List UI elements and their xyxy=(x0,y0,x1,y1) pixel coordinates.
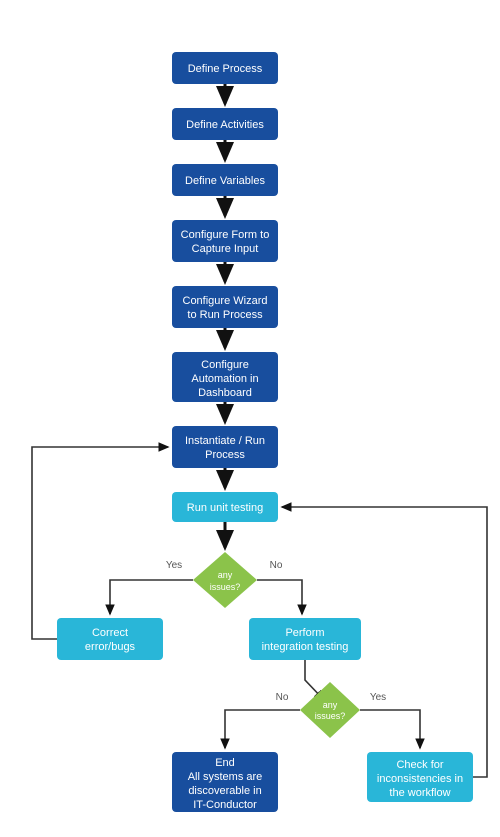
node-instantiate-run: Instantiate / Run Process xyxy=(172,426,278,468)
node-configure-automation-label-2: Automation in xyxy=(191,373,258,385)
node-end: End All systems are discoverable in IT-C… xyxy=(172,752,278,812)
node-run-unit-testing: Run unit testing xyxy=(172,492,278,522)
node-instantiate-run-label-1: Instantiate / Run xyxy=(185,435,265,447)
node-end-label-4: IT-Conductor xyxy=(193,799,257,811)
node-define-activities-label: Define Activities xyxy=(186,119,264,131)
node-end-label-2: All systems are xyxy=(188,771,263,783)
node-define-process-label: Define Process xyxy=(188,63,263,75)
node-check-inconsistencies-label-3: the workflow xyxy=(389,787,450,799)
connector xyxy=(360,710,420,748)
node-correct-bugs: Correct error/bugs xyxy=(57,618,163,660)
connector-loop-1 xyxy=(32,447,168,639)
node-integration-testing-label-1: Perform xyxy=(285,627,324,639)
node-configure-wizard-label-2: to Run Process xyxy=(187,309,263,321)
node-check-inconsistencies-label-1: Check for xyxy=(396,759,443,771)
node-configure-automation-label-3: Dashboard xyxy=(198,387,252,399)
decision-any-issues-1-label-2: issues? xyxy=(210,582,241,592)
node-check-inconsistencies-label-2: inconsistencies in xyxy=(377,773,463,785)
decision-any-issues-2-label-2: issues? xyxy=(315,711,346,721)
node-define-variables: Define Variables xyxy=(172,164,278,196)
node-configure-automation: Configure Automation in Dashboard xyxy=(172,352,278,402)
node-integration-testing-label-2: integration testing xyxy=(262,641,349,653)
node-integration-testing: Perform integration testing xyxy=(249,618,361,660)
node-end-label-3: discoverable in xyxy=(188,785,261,797)
node-configure-wizard-label-1: Configure Wizard xyxy=(183,295,268,307)
node-configure-form-label-1: Configure Form to xyxy=(181,229,270,241)
node-correct-bugs-label-1: Correct xyxy=(92,627,128,639)
node-run-unit-testing-label: Run unit testing xyxy=(187,502,263,514)
node-define-activities: Define Activities xyxy=(172,108,278,140)
node-configure-form-label-2: Capture Input xyxy=(192,243,259,255)
connector xyxy=(225,710,300,748)
node-configure-automation-label-1: Configure xyxy=(201,359,249,371)
connector xyxy=(257,580,302,614)
node-instantiate-run-label-2: Process xyxy=(205,449,245,461)
node-define-process: Define Process xyxy=(172,52,278,84)
node-define-variables-label: Define Variables xyxy=(185,175,265,187)
edge-label-no-1: No xyxy=(270,560,283,571)
node-correct-bugs-label-2: error/bugs xyxy=(85,641,136,653)
decision-any-issues-1-label-1: any xyxy=(218,570,233,580)
node-check-inconsistencies: Check for inconsistencies in the workflo… xyxy=(367,752,473,802)
decision-any-issues-1: any issues? xyxy=(193,552,257,608)
node-configure-form: Configure Form to Capture Input xyxy=(172,220,278,262)
edge-label-yes-2: Yes xyxy=(370,692,386,703)
decision-any-issues-2: any issues? xyxy=(300,682,360,738)
node-configure-wizard: Configure Wizard to Run Process xyxy=(172,286,278,328)
decision-any-issues-2-label-1: any xyxy=(323,700,338,710)
edge-label-yes-1: Yes xyxy=(166,560,182,571)
node-end-label-1: End xyxy=(215,757,235,769)
connector xyxy=(110,580,193,614)
edge-label-no-2: No xyxy=(276,692,289,703)
flowchart-canvas: Define Process Define Activities Define … xyxy=(0,0,500,837)
